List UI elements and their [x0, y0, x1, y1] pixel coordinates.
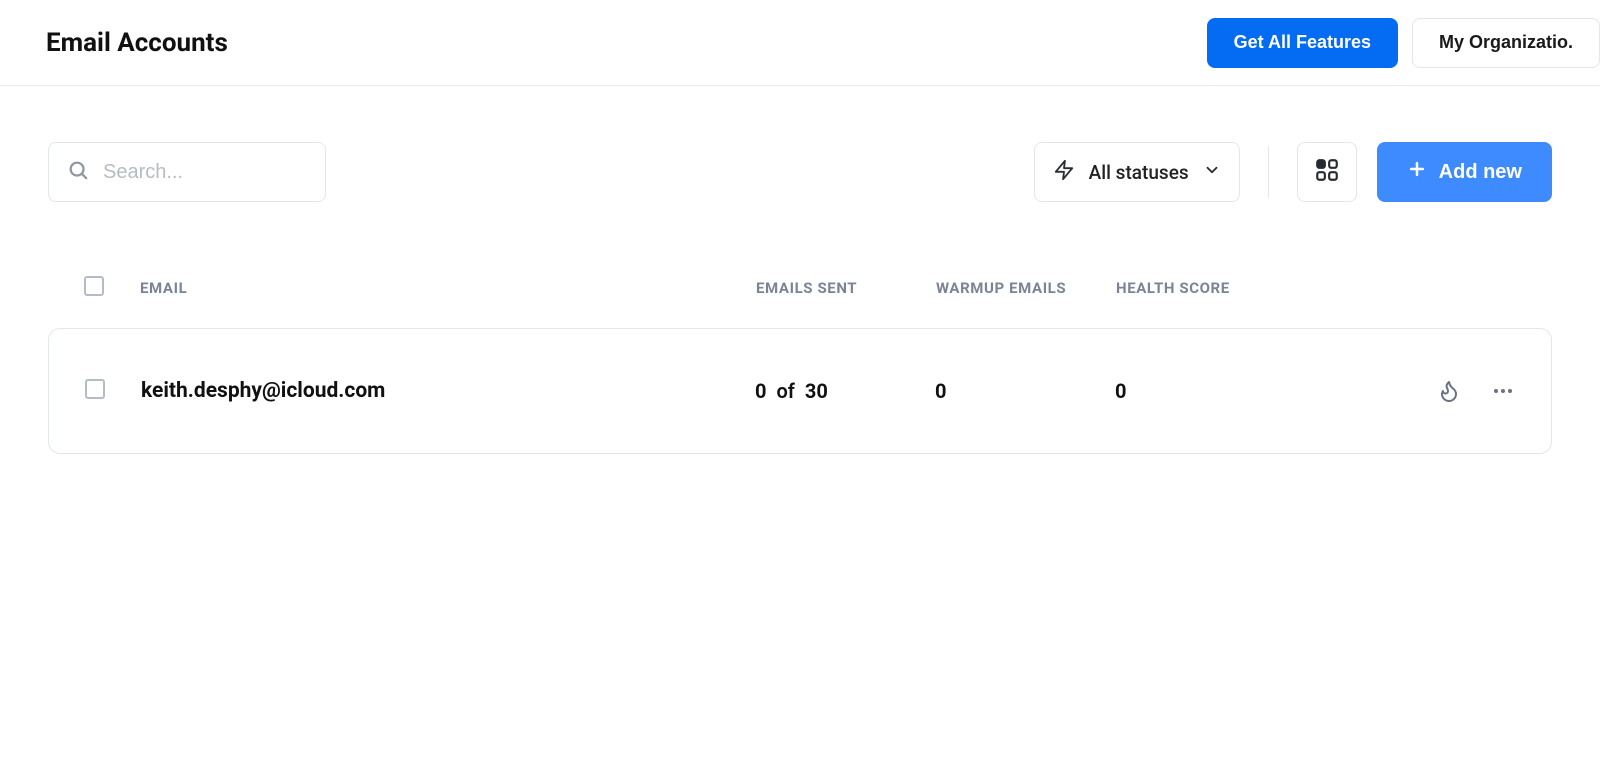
- my-organization-button[interactable]: My Organizatio.: [1412, 18, 1600, 68]
- row-health-score: 0: [1115, 379, 1295, 403]
- status-filter-label: All statuses: [1089, 161, 1189, 184]
- row-warmup-emails: 0: [935, 379, 1115, 403]
- plus-icon: [1407, 159, 1427, 185]
- row-checkbox[interactable]: [85, 379, 105, 399]
- flame-icon[interactable]: [1437, 379, 1461, 403]
- emails-sent-limit: 30: [805, 379, 828, 403]
- row-actions: [1295, 379, 1515, 403]
- add-new-label: Add new: [1439, 161, 1522, 184]
- row-emails-sent: 0 of 30: [755, 379, 935, 403]
- emails-sent-current: 0: [755, 379, 766, 403]
- header-actions: Get All Features My Organizatio.: [1207, 18, 1600, 68]
- table-row[interactable]: keith.desphy@icloud.com 0 of 30 0 0: [48, 328, 1552, 454]
- toolbar-divider: [1268, 146, 1269, 198]
- toolbar: All statuses Add new: [48, 142, 1552, 202]
- view-toggle-button[interactable]: [1297, 142, 1357, 202]
- column-header-health-score: HEALTH SCORE: [1116, 279, 1296, 297]
- status-filter[interactable]: All statuses: [1034, 142, 1240, 202]
- column-header-emails-sent: EMAILS SENT: [756, 279, 936, 297]
- chevron-down-icon: [1203, 161, 1221, 184]
- get-all-features-button[interactable]: Get All Features: [1207, 18, 1398, 68]
- add-new-button[interactable]: Add new: [1377, 142, 1552, 202]
- column-header-email: EMAIL: [140, 279, 756, 297]
- grid-icon: [1314, 157, 1340, 187]
- search-input[interactable]: [103, 161, 309, 184]
- table-headers: EMAIL EMAILS SENT WARMUP EMAILS HEALTH S…: [48, 276, 1552, 300]
- more-icon[interactable]: [1491, 379, 1515, 403]
- search-icon: [67, 159, 89, 185]
- emails-sent-of: of: [776, 379, 794, 403]
- select-all-checkbox[interactable]: [84, 276, 104, 296]
- lightning-icon: [1053, 159, 1075, 186]
- column-header-warmup-emails: WARMUP EMAILS: [936, 279, 1116, 297]
- row-email: keith.desphy@icloud.com: [141, 379, 755, 403]
- search-field[interactable]: [48, 142, 326, 202]
- page-title: Email Accounts: [46, 28, 228, 58]
